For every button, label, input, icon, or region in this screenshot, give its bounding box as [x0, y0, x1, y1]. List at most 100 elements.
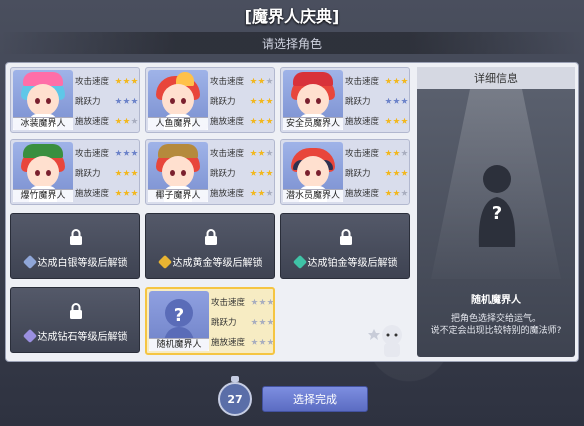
stat-label: 跳跃力: [75, 97, 101, 107]
face-shape: [162, 84, 194, 116]
face-shape: [297, 156, 329, 188]
stat-label: 跳跃力: [345, 97, 371, 107]
locked-card-diamond[interactable]: 达成钻石等级后解锁: [10, 287, 140, 353]
character-name: 爆竹魔界人: [13, 189, 73, 202]
star-icon: [267, 338, 273, 345]
stat-cast-speed: 施放速度: [345, 111, 409, 131]
stat-label: 施放速度: [210, 189, 245, 199]
mascot-icon: [368, 325, 402, 357]
star-icon: [266, 117, 273, 124]
star-icon: [115, 77, 122, 84]
confirm-selection-button[interactable]: 选择完成: [262, 386, 368, 412]
character-card-firecracker[interactable]: 爆竹魔界人 攻击速度 跳跃力 施放速度: [10, 139, 140, 205]
stat-attack-speed: 攻击速度: [75, 71, 139, 91]
eye-icon: [305, 98, 310, 104]
lock-icon: [340, 229, 352, 245]
lock-icon: [70, 229, 82, 245]
stat-label: 攻击速度: [210, 149, 245, 159]
stat-label: 攻击速度: [75, 149, 110, 159]
mystery-silhouette-icon: ?: [478, 165, 516, 247]
star-icon: [393, 149, 400, 156]
stat-cast-speed: 施放速度: [75, 111, 139, 131]
star-icon: [258, 117, 265, 124]
stat-jump: 跳跃力: [345, 163, 409, 183]
eye-icon: [46, 170, 51, 176]
star-rating: [251, 318, 273, 326]
character-card-mermaid[interactable]: 人鱼魔界人 攻击速度 跳跃力 施放速度: [145, 67, 275, 133]
face-shape: [27, 156, 59, 188]
star-rating: [385, 117, 408, 125]
stat-label: 施放速度: [75, 117, 110, 127]
stats-block: 攻击速度 跳跃力 施放速度: [75, 143, 139, 203]
star-rating: [385, 149, 408, 157]
character-card-random[interactable]: ? 随机魔界人 攻击速度 跳跃力 施放速度: [145, 287, 275, 355]
star-rating: [250, 189, 273, 197]
star-icon: [401, 169, 408, 176]
star-rating: [385, 169, 408, 177]
star-rating: [115, 189, 138, 197]
character-name: 椰子魔界人: [148, 189, 208, 202]
svg-text:?: ?: [174, 305, 184, 326]
stat-label: 施放速度: [345, 117, 380, 127]
locked-card-platinum[interactable]: 达成铂金等级后解锁: [280, 213, 410, 279]
stat-label: 攻击速度: [210, 77, 245, 87]
detail-panel: 详细信息 ? 随机魔界人 把角色选择交给运气。 说不定会出现比较特别的魔法师?: [417, 67, 575, 357]
stat-label: 跳跃力: [210, 97, 236, 107]
stat-label: 施放速度: [210, 117, 245, 127]
star-rating: [385, 189, 408, 197]
character-card-coconut[interactable]: 椰子魔界人 攻击速度 跳跃力 施放速度: [145, 139, 275, 205]
star-icon: [259, 338, 266, 345]
stats-block: 攻击速度 跳跃力 施放速度: [75, 71, 139, 131]
stat-jump: 跳跃力: [210, 91, 274, 111]
star-icon: [401, 189, 408, 196]
eye-icon: [316, 170, 321, 176]
diamond-gem-icon: [22, 328, 37, 343]
description-line: 说不定会出现比较特别的魔法师?: [430, 326, 562, 336]
star-icon: [401, 77, 408, 84]
character-name: 冰装魔界人: [13, 117, 73, 130]
stat-attack-speed: 攻击速度: [75, 143, 139, 163]
stat-jump: 跳跃力: [210, 163, 274, 183]
character-card-diver[interactable]: 潜水员魔界人 攻击速度 跳跃力 施放速度: [280, 139, 410, 205]
star-icon: [251, 298, 258, 305]
star-rating: [250, 169, 273, 177]
star-icon: [266, 189, 273, 196]
lock-icon: [205, 229, 217, 245]
star-icon: [267, 298, 273, 305]
stat-attack-speed: 攻击速度: [210, 143, 274, 163]
stat-jump: 跳跃力: [75, 163, 139, 183]
stats-block: 攻击速度 跳跃力 施放速度: [345, 143, 409, 203]
star-icon: [250, 149, 257, 156]
locked-card-silver[interactable]: 达成白银等级后解锁: [10, 213, 140, 279]
star-icon: [385, 169, 392, 176]
star-icon: [123, 77, 130, 84]
star-icon: [393, 77, 400, 84]
star-icon: [250, 97, 257, 104]
star-icon: [266, 149, 273, 156]
character-name: 潜水员魔界人: [283, 189, 343, 202]
stat-jump: 跳跃力: [345, 91, 409, 111]
stat-cast-speed: 施放速度: [345, 183, 409, 203]
character-card-safety[interactable]: 安全员魔界人 攻击速度 跳跃力 施放速度: [280, 67, 410, 133]
star-icon: [258, 77, 265, 84]
star-rating: [385, 97, 408, 105]
star-icon: [131, 77, 138, 84]
stat-attack-speed: 攻击速度: [210, 71, 274, 91]
unlock-condition: 达成铂金等级后解锁: [281, 254, 411, 269]
locked-card-gold[interactable]: 达成黄金等级后解锁: [145, 213, 275, 279]
star-rating: [115, 97, 138, 105]
stat-jump: 跳跃力: [75, 91, 139, 111]
unlock-text: 达成铂金等级后解锁: [307, 258, 398, 269]
unlock-text: 达成黄金等级后解锁: [172, 258, 263, 269]
gold-gem-icon: [157, 254, 172, 269]
star-icon: [259, 298, 266, 305]
star-icon: [385, 117, 392, 124]
countdown-timer: 27: [218, 382, 252, 416]
star-icon: [258, 149, 265, 156]
star-rating: [385, 77, 408, 85]
character-card-ice[interactable]: 冰装魔界人 攻击速度 跳跃力 施放速度: [10, 67, 140, 133]
stat-cast-speed: 施放速度: [210, 183, 274, 203]
face-shape: [27, 84, 59, 116]
stat-label: 施放速度: [211, 338, 246, 348]
star-icon: [115, 169, 122, 176]
